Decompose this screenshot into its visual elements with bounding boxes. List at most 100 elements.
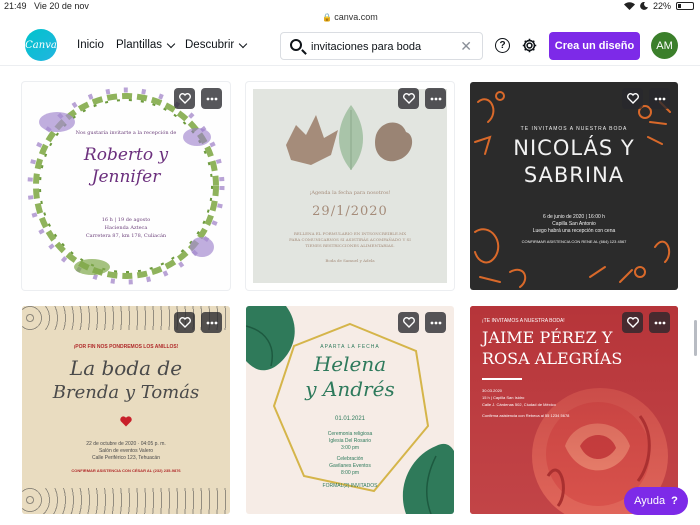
more-icon (430, 321, 441, 324)
card-details-5: Gavilanes Eventos (329, 463, 371, 469)
nav-discover[interactable]: Descubrir (185, 39, 248, 51)
help-chat-label: Ayuda (634, 495, 666, 507)
heart-decoration-icon (120, 416, 132, 427)
leaves-illustration (286, 105, 413, 170)
scrollbar[interactable] (694, 320, 697, 356)
favorite-button[interactable] (398, 88, 419, 109)
favorite-button[interactable] (622, 88, 643, 109)
favorite-button[interactable] (622, 312, 643, 333)
status-indicators: 22% (623, 1, 694, 11)
card-details-2: Hacienda Azteca (104, 225, 148, 231)
nav-home[interactable]: Inicio (77, 39, 104, 51)
moon-icon (640, 2, 648, 10)
favorite-button[interactable] (174, 88, 195, 109)
card-details-2: Capilla San Antonio (552, 221, 596, 227)
template-card-1[interactable]: Nos gustaría invitarte a la recepción de… (22, 82, 230, 290)
template-card-3[interactable]: TE INVITAMOS A NUESTRA BODA NICOLÁS Y SA… (470, 82, 678, 290)
card-actions (174, 88, 222, 109)
more-icon (654, 97, 665, 100)
card-details-6: 8:00 pm (340, 470, 360, 476)
card-names-line1: Helena (313, 352, 387, 376)
card-names-line1: JAIME PÉREZ Y (482, 328, 613, 347)
card-intro: Nos gustaría invitarte a la recepción de (75, 130, 177, 136)
card-footer: CONFIRMAR ASISTENCIA CON RENE AL (664) 1… (521, 239, 627, 244)
card-intro: ¡TE INVITAMOS A NUESTRA BODA! (482, 318, 565, 324)
nav-home-label: Inicio (77, 39, 104, 51)
card-date: 01.01.2021 (334, 416, 366, 422)
card-intro: ¡POR FIN NOS PONDREMOS LOS ANILLOS! (73, 344, 179, 350)
more-options-button[interactable] (201, 312, 222, 333)
card-details-3: Confirma asistencia con Rebeca al 55 123… (482, 413, 570, 418)
more-options-button[interactable] (425, 88, 446, 109)
more-icon (430, 97, 441, 100)
card-details-2: Salón de eventos Valero (98, 448, 154, 454)
card-details-1: 15 h | Capilla San Isidro (482, 395, 525, 400)
card-names-line1: Roberto y (83, 145, 169, 165)
card-date: 29/1/2020 (312, 204, 388, 219)
search-input[interactable] (311, 38, 451, 55)
template-card-5[interactable]: APARTA LA FECHA Helena y Andrés 01.01.20… (246, 306, 454, 514)
nav-templates[interactable]: Plantillas (116, 39, 176, 51)
clear-search-icon[interactable]: ✕ (460, 39, 472, 53)
status-time: 21:49 (4, 1, 27, 11)
card-footer: CONFIRMAR ASISTENCIA CON CÉSAR AL (232) … (71, 468, 181, 473)
help-chat-button[interactable]: Ayuda ? (624, 487, 688, 515)
card-details-3: TIENES RESTRICCIONES ALIMENTARIAS. (305, 243, 395, 248)
lock-icon: 🔒 (322, 13, 333, 22)
card-names-line2: Brenda y Tomás (52, 382, 200, 403)
chevron-down-icon (238, 39, 248, 48)
card-names-line2: ROSA ALEGRÍAS (482, 349, 623, 368)
heart-icon (178, 93, 191, 104)
heart-icon (402, 93, 415, 104)
card-details-1: Ceremonia religiosa (327, 431, 373, 437)
help-icon[interactable]: ? (495, 38, 510, 53)
url-bar[interactable]: 🔒 canva.com (0, 12, 700, 26)
card-details-1: 6 de junio de 2020 | 16:00 h (543, 214, 605, 220)
nav-discover-label: Descubrir (185, 39, 235, 51)
top-header: Canva Inicio Plantillas Descubrir ✕ ? Cr… (0, 26, 700, 66)
card-details-1: 16 h | 19 de agosto (101, 217, 151, 223)
battery-percentage: 22% (652, 1, 671, 11)
card-details-4: Celebración (336, 456, 364, 462)
card-intro: TE INVITAMOS A NUESTRA BODA (520, 126, 628, 132)
template-card-2[interactable]: ¡Agenda la fecha para nosotros! 29/1/202… (246, 82, 454, 290)
more-options-button[interactable] (649, 88, 670, 109)
card-details-2: Calle J. Cárdenas 502, Ciudad de México (482, 402, 556, 407)
card-footer: FORMAL(2) INVITADOS (322, 483, 378, 489)
canva-logo[interactable]: Canva (25, 29, 57, 61)
heart-icon (626, 93, 639, 104)
favorite-button[interactable] (174, 312, 195, 333)
nav-templates-label: Plantillas (116, 39, 163, 51)
search-icon (290, 39, 302, 51)
heart-icon (178, 317, 191, 328)
battery-icon (676, 2, 694, 10)
card-names-line2: Jennifer (91, 167, 161, 187)
more-options-button[interactable] (425, 312, 446, 333)
more-icon (654, 321, 665, 324)
more-icon (206, 321, 217, 324)
card-details-1: RELLENA EL FORMULARIO EN INTSONCREIBLE.M… (293, 231, 407, 236)
card-names-line2: SABRINA (523, 163, 625, 187)
card-actions (174, 312, 222, 333)
avatar[interactable]: AM (651, 32, 678, 59)
card-actions (398, 88, 446, 109)
search-box: ✕ (280, 32, 483, 60)
more-options-button[interactable] (201, 88, 222, 109)
more-options-button[interactable] (649, 312, 670, 333)
card-names-line1: La boda de (69, 356, 183, 380)
template-card-6[interactable]: ¡TE INVITAMOS A NUESTRA BODA! JAIME PÉRE… (470, 306, 678, 514)
card-details-3: Calle Periférico 123, Tehuacán (91, 455, 160, 461)
wifi-icon (623, 2, 635, 10)
gear-icon[interactable] (521, 37, 538, 54)
template-card-4[interactable]: ¡POR FIN NOS PONDREMOS LOS ANILLOS! La b… (22, 306, 230, 514)
favorite-button[interactable] (398, 312, 419, 333)
card-details-2: PARA COMUNICARNOS SI ASISTIRÁS ACOMPAÑAD… (289, 237, 411, 242)
card-actions (398, 312, 446, 333)
divider (482, 378, 522, 380)
question-icon: ? (671, 495, 678, 507)
create-design-button[interactable]: Crea un diseño (549, 32, 640, 60)
url-text: canva.com (334, 12, 378, 22)
card-details-1: 22 de octubre de 2020 · 04:05 p. m. (86, 441, 166, 447)
card-details-2: Iglesia Del Rosario (329, 438, 371, 444)
card-intro: ¡Agenda la fecha para nosotros! (309, 190, 391, 196)
